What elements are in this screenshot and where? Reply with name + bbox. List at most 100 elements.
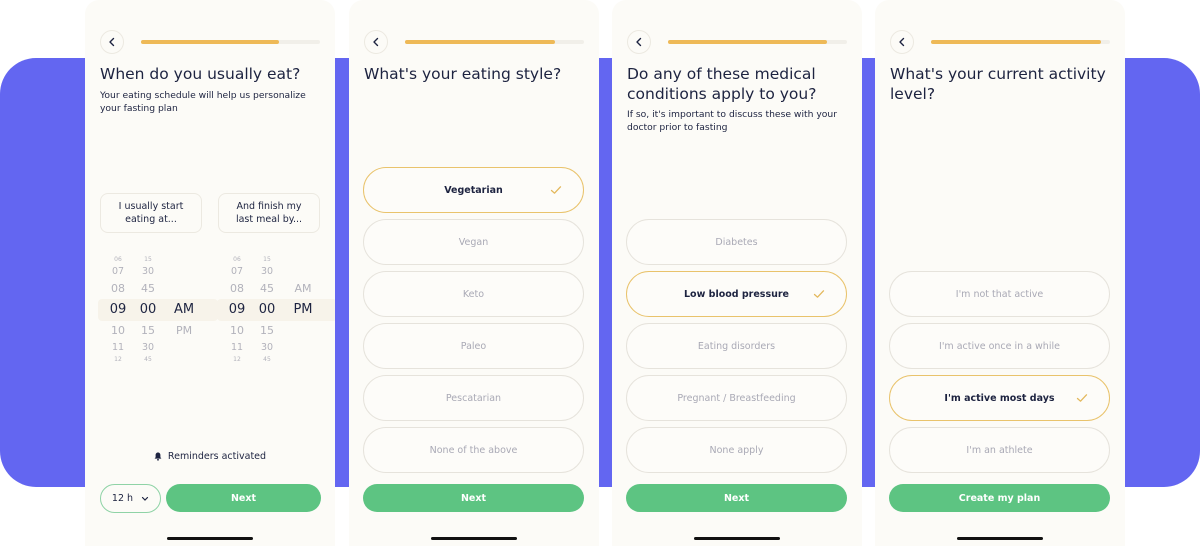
page-title: Do any of these medical conditions apply…: [627, 65, 817, 103]
period-column[interactable]: AM PM: [168, 255, 200, 341]
top-bar: [890, 30, 1110, 54]
picker-value: AM: [294, 282, 312, 295]
start-time-label: I usually start eating at...: [100, 193, 202, 233]
home-indicator: [167, 537, 253, 540]
option-label: Keto: [462, 288, 485, 300]
picker-value: 00: [139, 302, 157, 317]
picker-value: 07: [230, 266, 244, 277]
minute-column[interactable]: 15 30 45 00 15 30 45: [253, 255, 281, 365]
screen-medical-conditions: Do any of these medical conditions apply…: [612, 0, 862, 546]
picker-value: PM: [175, 324, 193, 337]
option-label: None apply: [709, 444, 764, 456]
option-item[interactable]: None apply: [626, 427, 847, 473]
picker-value: 06: [114, 256, 122, 263]
end-time-label-text: And finish my last meal by...: [235, 201, 303, 225]
reminder-text: Reminders activated: [167, 451, 267, 462]
reminder-status: Reminders activated: [85, 451, 335, 462]
top-bar: [627, 30, 847, 54]
picker-value: 45: [263, 356, 271, 363]
page-title: What's your current activity level?: [890, 65, 1106, 103]
progress-bar: [141, 40, 320, 44]
picker-value: 45: [144, 356, 152, 363]
next-button[interactable]: Next: [166, 484, 321, 512]
next-button[interactable]: Next: [363, 484, 584, 512]
create-plan-button[interactable]: Create my plan: [889, 484, 1110, 512]
picker-value: 45: [141, 282, 155, 295]
option-item[interactable]: Vegan: [363, 219, 584, 265]
home-indicator: [431, 537, 517, 540]
period-column[interactable]: AM PM: [287, 255, 319, 341]
time-format-select[interactable]: 12 h: [100, 484, 161, 513]
picker-value: 45: [260, 282, 274, 295]
picker-value: 15: [260, 324, 274, 337]
option-label: None of the above: [429, 444, 518, 456]
option-item[interactable]: Paleo: [363, 323, 584, 369]
home-indicator: [694, 537, 780, 540]
option-item[interactable]: I'm an athlete: [889, 427, 1110, 473]
back-button[interactable]: [364, 30, 388, 54]
progress-fill: [405, 40, 556, 44]
option-item[interactable]: None of the above: [363, 427, 584, 473]
picker-value: [168, 255, 200, 265]
top-bar: [364, 30, 584, 54]
back-button[interactable]: [890, 30, 914, 54]
picker-value: 10: [111, 324, 125, 337]
start-time-label-text: I usually start eating at...: [118, 201, 184, 225]
chevron-left-icon: [109, 37, 115, 47]
picker-value: 07: [111, 266, 125, 277]
option-item[interactable]: Pregnant / Breastfeeding: [626, 375, 847, 421]
picker-value: [287, 321, 319, 341]
hour-column[interactable]: 06 07 08 09 10 11 12: [104, 255, 132, 365]
option-item[interactable]: Keto: [363, 271, 584, 317]
option-label: Vegetarian: [444, 184, 503, 196]
picker-value: 12: [114, 356, 122, 363]
page-title: What's your eating style?: [364, 65, 562, 83]
picker-value: 09: [109, 302, 127, 317]
screen-eating-style: What's your eating style? Next Vegetaria…: [349, 0, 599, 546]
check-icon: [550, 186, 562, 194]
option-label: Pregnant / Breastfeeding: [677, 392, 796, 404]
picker-value: 09: [228, 302, 246, 317]
check-icon: [1076, 394, 1088, 402]
page-subtitle: If so, it's important to discuss these w…: [627, 109, 838, 133]
option-item[interactable]: I'm active most days: [889, 375, 1110, 421]
back-button[interactable]: [627, 30, 651, 54]
option-label: Eating disorders: [697, 340, 776, 352]
picker-value: 00: [258, 302, 276, 317]
option-label: I'm an athlete: [966, 444, 1033, 456]
chevron-down-icon: [141, 496, 149, 501]
option-item[interactable]: I'm active once in a while: [889, 323, 1110, 369]
picker-value: [168, 265, 200, 279]
option-item[interactable]: Low blood pressure: [626, 271, 847, 317]
picker-value: 15: [263, 256, 271, 263]
option-item[interactable]: Vegetarian: [363, 167, 584, 213]
progress-bar: [931, 40, 1110, 44]
option-item[interactable]: Pescatarian: [363, 375, 584, 421]
top-bar: [100, 30, 320, 54]
option-label: Paleo: [460, 340, 487, 352]
back-button[interactable]: [100, 30, 124, 54]
picker-value: 30: [260, 266, 274, 277]
option-item[interactable]: I'm not that active: [889, 271, 1110, 317]
option-item[interactable]: Diabetes: [626, 219, 847, 265]
screen-activity-level: What's your current activity level? Crea…: [875, 0, 1125, 546]
page-title: When do you usually eat?: [100, 65, 301, 83]
time-format-value: 12 h: [111, 493, 134, 504]
next-button[interactable]: Next: [626, 484, 847, 512]
option-label: Low blood pressure: [683, 288, 789, 300]
chevron-left-icon: [373, 37, 379, 47]
end-time-label: And finish my last meal by...: [218, 193, 320, 233]
page-subtitle: Your eating schedule will help us person…: [100, 90, 306, 114]
option-item[interactable]: Eating disorders: [626, 323, 847, 369]
picker-value: 08: [230, 282, 244, 295]
picker-value: 15: [144, 256, 152, 263]
picker-value: [287, 265, 319, 279]
option-label: I'm active once in a while: [939, 340, 1060, 352]
bell-icon: [154, 452, 162, 461]
picker-value: 08: [111, 282, 125, 295]
picker-value: [168, 279, 200, 299]
hour-column[interactable]: 06 07 08 09 10 11 12: [223, 255, 251, 365]
option-label: Diabetes: [715, 236, 758, 248]
minute-column[interactable]: 15 30 45 00 15 30 45: [134, 255, 162, 365]
option-label: Pescatarian: [445, 392, 502, 404]
